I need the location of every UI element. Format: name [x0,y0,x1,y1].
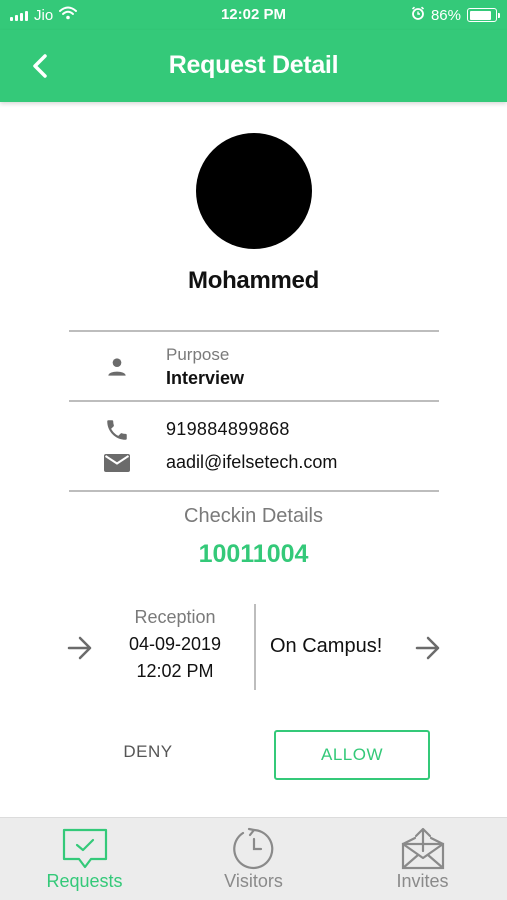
checkin-location-block: Reception 04-09-2019 12:02 PM [100,607,250,682]
alarm-icon [411,6,425,24]
checkin-time: 12:02 PM [136,661,214,681]
battery-fill [469,10,491,20]
history-clock-icon [169,827,338,871]
app-bar: Request Detail [0,30,507,102]
chat-check-icon [0,827,169,871]
arrow-right-icon[interactable] [414,635,442,666]
checkin-date: 04-09-2019 [128,634,222,654]
purpose-value: Interview [166,368,245,388]
mail-icon [102,448,132,478]
campus-status: On Campus! [270,635,383,657]
divider [69,490,439,492]
checkin-id: 10011004 [198,540,309,568]
purpose-label: Purpose [166,345,230,364]
envelope-upload-icon [338,827,507,871]
bottom-nav: Requests Visitors Invites [0,817,507,900]
avatar [196,133,312,249]
vertical-divider [254,604,256,690]
nav-label: Requests [46,871,123,891]
status-bar: Jio 12:02 PM 86% [0,0,507,30]
divider [69,330,439,332]
phone-icon [102,415,132,445]
allow-button[interactable]: ALLOW [274,730,430,780]
person-icon [102,352,132,382]
page-title: Request Detail [168,51,339,79]
nav-item-visitors[interactable]: Visitors [169,818,338,900]
nav-item-requests[interactable]: Requests [0,818,169,900]
checkin-label: Checkin Details [184,505,323,527]
nav-label: Visitors [224,871,283,891]
divider [69,400,439,402]
battery-percent: 86% [430,6,461,24]
nav-item-invites[interactable]: Invites [338,818,507,900]
email-address[interactable]: aadil@ifelsetech.com [166,452,337,473]
location-name: Reception [134,607,216,627]
nav-label: Invites [396,871,449,891]
arrow-right-icon [66,635,94,666]
phone-number[interactable]: 919884899868 [166,419,290,440]
deny-button[interactable]: DENY [98,742,198,768]
battery-icon [467,8,500,22]
status-right: 86% [411,6,500,24]
visitor-name: Mohammed [188,267,319,294]
